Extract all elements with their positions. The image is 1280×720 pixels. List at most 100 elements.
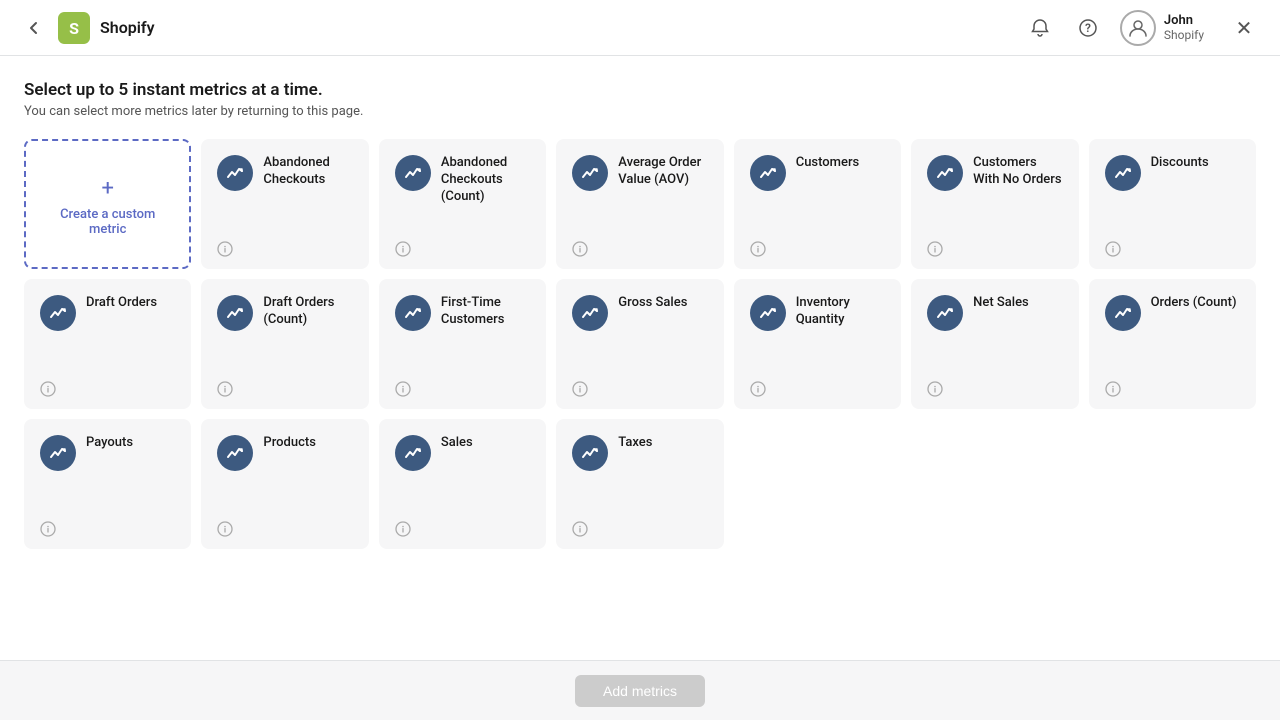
metric-info-inventory-quantity[interactable]: [750, 373, 885, 397]
metric-info-abandoned-checkouts[interactable]: [217, 233, 352, 257]
metric-label-payouts: Payouts: [86, 435, 175, 452]
metric-card-first-time-customers[interactable]: First-Time Customers: [379, 279, 546, 409]
metric-card-header: Gross Sales: [572, 295, 707, 373]
header-right: ? John Shopify ✕: [1024, 10, 1260, 46]
svg-text:?: ?: [1085, 21, 1091, 35]
metric-icon-draft-orders-count: [217, 295, 253, 331]
metric-card-gross-sales[interactable]: Gross Sales: [556, 279, 723, 409]
app-title: Shopify: [100, 18, 155, 37]
metric-card-sales[interactable]: Sales: [379, 419, 546, 549]
create-custom-label: Create a custom metric: [40, 207, 175, 237]
add-metrics-button[interactable]: Add metrics: [575, 675, 705, 707]
empty-cell: [734, 419, 901, 549]
metric-label-orders-count: Orders (Count): [1151, 295, 1240, 312]
metric-label-inventory-quantity: Inventory Quantity: [796, 295, 885, 329]
metric-card-customers-no-orders[interactable]: Customers With No Orders: [911, 139, 1078, 269]
notifications-button[interactable]: [1024, 12, 1056, 44]
metric-card-draft-orders-count[interactable]: Draft Orders (Count): [201, 279, 368, 409]
metric-label-draft-orders-count: Draft Orders (Count): [263, 295, 352, 329]
metric-icon-products: [217, 435, 253, 471]
user-text: John Shopify: [1164, 13, 1204, 42]
metric-info-average-order-value[interactable]: [572, 233, 707, 257]
metric-card-abandoned-checkouts[interactable]: Abandoned Checkouts: [201, 139, 368, 269]
help-button[interactable]: ?: [1072, 12, 1104, 44]
main-content: Select up to 5 instant metrics at a time…: [0, 56, 1280, 720]
metric-card-customers[interactable]: Customers: [734, 139, 901, 269]
metric-icon-average-order-value: [572, 155, 608, 191]
metric-label-draft-orders: Draft Orders: [86, 295, 175, 312]
metric-card-header: Products: [217, 435, 352, 513]
metric-info-net-sales[interactable]: [927, 373, 1062, 397]
metric-card-header: Sales: [395, 435, 530, 513]
metric-info-customers[interactable]: [750, 233, 885, 257]
metric-card-net-sales[interactable]: Net Sales: [911, 279, 1078, 409]
metric-icon-taxes: [572, 435, 608, 471]
metric-info-abandoned-checkouts-count[interactable]: [395, 233, 530, 257]
metric-info-customers-no-orders[interactable]: [927, 233, 1062, 257]
metric-card-header: Abandoned Checkouts: [217, 155, 352, 233]
metric-info-sales[interactable]: [395, 513, 530, 537]
metric-card-payouts[interactable]: Payouts: [24, 419, 191, 549]
metric-icon-orders-count: [1105, 295, 1141, 331]
metric-label-average-order-value: Average Order Value (AOV): [618, 155, 707, 189]
metric-card-header: First-Time Customers: [395, 295, 530, 373]
metric-label-net-sales: Net Sales: [973, 295, 1062, 312]
metric-info-first-time-customers[interactable]: [395, 373, 530, 397]
metric-icon-payouts: [40, 435, 76, 471]
metric-label-customers: Customers: [796, 155, 885, 172]
metric-icon-customers: [750, 155, 786, 191]
metric-card-header: Draft Orders (Count): [217, 295, 352, 373]
metrics-row-2: Draft Orders Draft Orders (Count): [24, 279, 1256, 409]
metric-card-header: Customers With No Orders: [927, 155, 1062, 233]
metric-icon-abandoned-checkouts: [217, 155, 253, 191]
metric-card-inventory-quantity[interactable]: Inventory Quantity: [734, 279, 901, 409]
metric-label-first-time-customers: First-Time Customers: [441, 295, 530, 329]
metric-info-orders-count[interactable]: [1105, 373, 1240, 397]
page-subheading: You can select more metrics later by ret…: [24, 104, 1256, 119]
metric-icon-gross-sales: [572, 295, 608, 331]
back-button[interactable]: [20, 14, 48, 42]
user-store: Shopify: [1164, 28, 1204, 42]
metric-card-average-order-value[interactable]: Average Order Value (AOV): [556, 139, 723, 269]
create-plus-icon: +: [101, 176, 113, 201]
metric-icon-first-time-customers: [395, 295, 431, 331]
metric-card-discounts[interactable]: Discounts: [1089, 139, 1256, 269]
metric-card-header: Orders (Count): [1105, 295, 1240, 373]
metric-card-header: Payouts: [40, 435, 175, 513]
metric-info-draft-orders[interactable]: [40, 373, 175, 397]
metric-icon-inventory-quantity: [750, 295, 786, 331]
metric-card-orders-count[interactable]: Orders (Count): [1089, 279, 1256, 409]
metric-icon-draft-orders: [40, 295, 76, 331]
metric-info-discounts[interactable]: [1105, 233, 1240, 257]
close-button[interactable]: ✕: [1228, 12, 1260, 44]
metric-card-products[interactable]: Products: [201, 419, 368, 549]
metric-icon-sales: [395, 435, 431, 471]
metric-card-header: Inventory Quantity: [750, 295, 885, 373]
metric-info-payouts[interactable]: [40, 513, 175, 537]
user-avatar: [1120, 10, 1156, 46]
metric-info-gross-sales[interactable]: [572, 373, 707, 397]
metric-icon-abandoned-checkouts-count: [395, 155, 431, 191]
metric-card-header: Taxes: [572, 435, 707, 513]
empty-cell: [911, 419, 1078, 549]
metric-card-header: Draft Orders: [40, 295, 175, 373]
metric-card-abandoned-checkouts-count[interactable]: Abandoned Checkouts (Count): [379, 139, 546, 269]
metric-card-header: Abandoned Checkouts (Count): [395, 155, 530, 233]
user-menu[interactable]: John Shopify: [1120, 10, 1204, 46]
metric-card-create-custom[interactable]: + Create a custom metric: [24, 139, 191, 269]
page-heading: Select up to 5 instant metrics at a time…: [24, 80, 1256, 100]
user-name: John: [1164, 13, 1204, 28]
metric-info-draft-orders-count[interactable]: [217, 373, 352, 397]
metric-card-taxes[interactable]: Taxes: [556, 419, 723, 549]
metrics-row-1: + Create a custom metric Abandoned Check…: [24, 139, 1256, 269]
metric-card-draft-orders[interactable]: Draft Orders: [24, 279, 191, 409]
shopify-logo-icon: S: [58, 12, 90, 44]
empty-cell: [1089, 419, 1256, 549]
metric-info-taxes[interactable]: [572, 513, 707, 537]
metric-label-taxes: Taxes: [618, 435, 707, 452]
metric-card-header: Net Sales: [927, 295, 1062, 373]
metric-label-sales: Sales: [441, 435, 530, 452]
metric-info-products[interactable]: [217, 513, 352, 537]
metric-label-products: Products: [263, 435, 352, 452]
header: S Shopify ? John Sho: [0, 0, 1280, 56]
